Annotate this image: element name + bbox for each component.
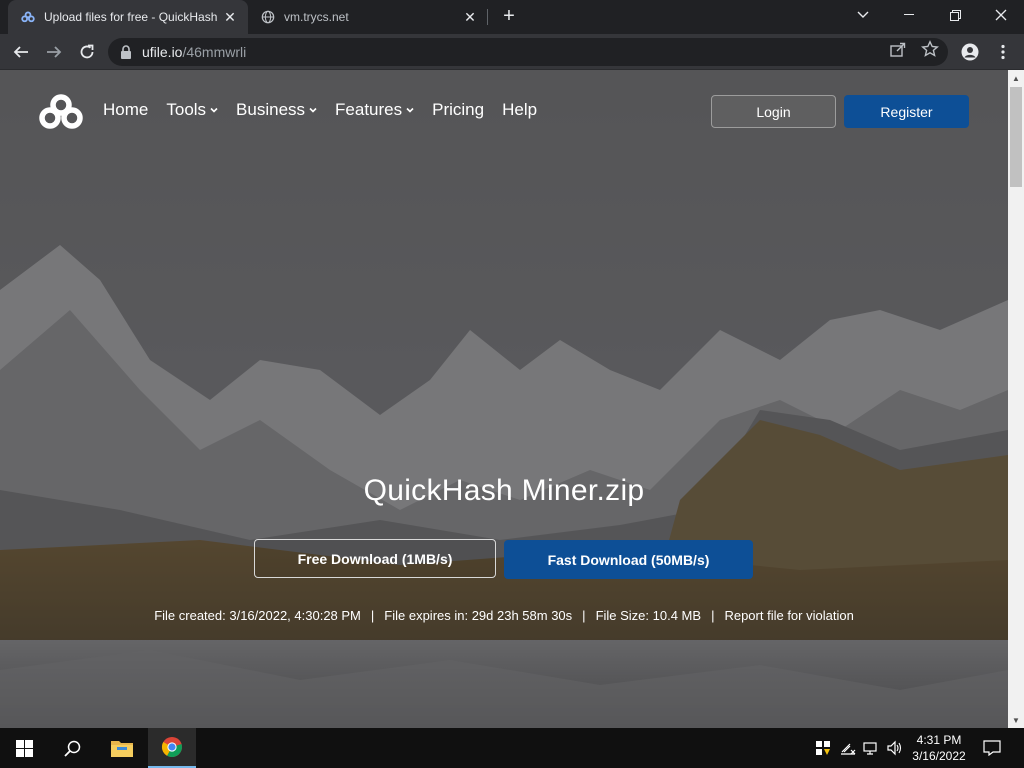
windows-start-icon[interactable] [0,728,48,768]
file-expires: File expires in: 29d 23h 58m 30s [384,608,573,623]
tab-strip: Upload files for free - QuickHash ✕ vm.t… [0,0,1024,34]
register-button[interactable]: Register [844,95,969,128]
globe-icon [260,9,276,25]
nav-home[interactable]: Home [103,100,148,120]
action-center-icon[interactable] [983,740,1001,757]
clock-date: 3/16/2022 [912,749,966,763]
volume-icon[interactable] [886,740,902,756]
nav-help[interactable]: Help [502,100,537,120]
back-button[interactable] [7,38,35,66]
file-size: File Size: 10.4 MB [595,608,702,623]
url-text: ufile.io/46mmwrli [142,44,246,60]
chevron-down-icon [406,107,414,113]
file-explorer-icon[interactable] [98,728,146,768]
url-domain: ufile.io [142,44,183,60]
report-violation-link[interactable]: Report file for violation [724,608,853,623]
nav-label: Tools [166,100,207,119]
close-tab-icon[interactable]: ✕ [462,9,478,25]
tab-title: vm.trycs.net [284,10,349,24]
share-icon[interactable] [889,40,907,58]
close-window-button[interactable] [978,0,1024,30]
nav-business[interactable]: Business [236,100,317,120]
address-bar[interactable]: ufile.io/46mmwrli [108,38,948,66]
search-icon[interactable] [48,728,96,768]
nav-features[interactable]: Features [335,100,414,120]
forward-button[interactable] [40,38,68,66]
close-tab-icon[interactable]: ✕ [222,9,238,25]
site-header: Home Tools Business Features Pricing Hel… [0,70,1008,150]
taskbar-clock[interactable]: 4:31 PM 3/16/2022 [906,732,972,764]
scroll-thumb[interactable] [1010,87,1022,187]
new-tab-button[interactable]: + [498,6,520,28]
file-info-bar: File created: 3/16/2022, 4:30:28 PM | File… [0,608,1008,623]
reload-button[interactable] [73,38,101,66]
nav-label: Business [236,100,306,119]
file-created: File created: 3/16/2022, 4:30:28 PM [154,608,361,623]
chrome-menu-icon[interactable] [989,38,1017,66]
tab-title: Upload files for free - QuickHash [44,10,218,24]
restore-button[interactable] [932,0,978,30]
dark-overlay [0,70,1008,728]
separator: | [711,608,715,623]
chevron-down-icon [210,107,218,113]
login-button[interactable]: Login [711,95,836,128]
url-path: /46mmwrli [182,44,247,60]
bookmark-star-icon[interactable] [921,40,939,58]
nav-label: Features [335,100,403,119]
nav-tools[interactable]: Tools [166,100,218,120]
security-shield-icon[interactable] [815,740,831,756]
tab-vm-trycs[interactable]: vm.trycs.net ✕ [248,0,488,34]
browser-toolbar: ufile.io/46mmwrli [0,34,1024,70]
fast-download-button[interactable]: Fast Download (50MB/s) [504,540,753,579]
file-name-title: QuickHash Miner.zip [363,474,645,507]
nav-label: Help [502,100,538,119]
scroll-down-arrow-icon[interactable]: ▼ [1008,712,1024,728]
chrome-taskbar-icon[interactable] [148,728,196,768]
lock-icon[interactable] [120,45,134,59]
nav-pricing[interactable]: Pricing [432,100,484,120]
free-download-button[interactable]: Free Download (1MB/s) [254,539,496,578]
tab-ufile[interactable]: Upload files for free - QuickHash ✕ [8,0,248,34]
clock-time: 4:31 PM [916,733,962,747]
scroll-up-arrow-icon[interactable]: ▲ [1008,70,1024,86]
minimize-button[interactable] [886,0,932,30]
network-icon[interactable] [839,740,856,756]
page-viewport: Home Tools Business Features Pricing Hel… [0,70,1008,728]
tab-search-icon[interactable] [840,0,886,30]
windows-taskbar: 4:31 PM 3/16/2022 [0,728,1024,768]
ufile-favicon-icon [20,9,36,25]
ufile-logo-icon[interactable] [38,94,84,130]
separator: | [370,608,375,623]
tab-separator [487,9,488,25]
separator: | [582,608,586,623]
profile-avatar-icon[interactable] [956,38,984,66]
nav-label: Home [103,100,149,119]
page-scrollbar[interactable]: ▲ ▼ [1008,70,1024,728]
chevron-down-icon [309,107,317,113]
nav-label: Pricing [432,100,485,119]
main-nav: Home Tools Business Features Pricing Hel… [103,100,537,120]
display-icon[interactable] [863,740,879,756]
